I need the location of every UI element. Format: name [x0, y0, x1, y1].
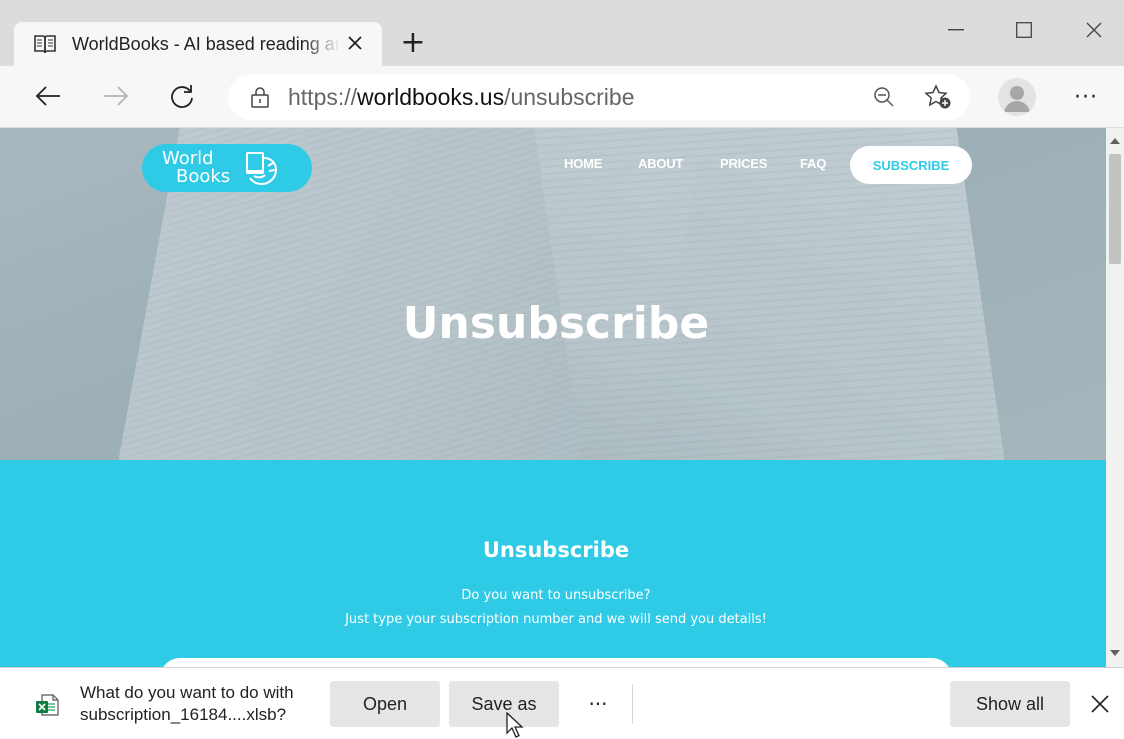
page-scrollbar[interactable] — [1106, 128, 1124, 667]
open-button[interactable]: Open — [330, 681, 440, 727]
forward-button[interactable] — [96, 76, 136, 116]
tab-title: WorldBooks - AI based reading and — [72, 33, 340, 54]
download-prompt: What do you want to do with subscription… — [80, 682, 294, 726]
close-download-bar-icon[interactable] — [1080, 682, 1120, 726]
scroll-thumb[interactable] — [1109, 154, 1121, 264]
download-divider — [632, 684, 633, 724]
refresh-icon — [171, 85, 193, 108]
site-logo[interactable]: World Books — [142, 144, 312, 192]
mouse-cursor-icon — [506, 712, 524, 738]
maximize-button[interactable] — [994, 10, 1054, 50]
minimize-button[interactable] — [926, 10, 986, 50]
download-more-button[interactable]: ··· — [578, 681, 618, 727]
subscription-number-input[interactable] — [160, 658, 952, 667]
book-icon — [30, 29, 60, 59]
scroll-up-icon[interactable] — [1106, 134, 1124, 148]
tab-strip: WorldBooks - AI based reading and + — [0, 0, 1124, 66]
nav-home[interactable]: HOME — [564, 156, 602, 171]
maximize-icon — [1016, 22, 1032, 38]
new-tab-button[interactable]: + — [398, 24, 428, 60]
download-filename: subscription_16184....xlsb? — [80, 705, 287, 724]
section-question: Do you want to unsubscribe? — [461, 588, 651, 603]
tab-worldbooks[interactable]: WorldBooks - AI based reading and — [14, 22, 382, 66]
logo-line-2: Books — [176, 166, 231, 187]
hero-title: Unsubscribe — [402, 298, 710, 349]
zoom-out-icon[interactable] — [868, 82, 900, 112]
profile-avatar[interactable] — [998, 78, 1036, 116]
settings-menu-button[interactable]: ··· — [1066, 78, 1106, 116]
nav-about[interactable]: ABOUT — [638, 156, 683, 171]
tab-close-icon[interactable] — [342, 30, 368, 56]
section-title: Unsubscribe — [482, 538, 630, 562]
close-window-button[interactable] — [1064, 10, 1124, 50]
show-all-button[interactable]: Show all — [950, 681, 1070, 727]
logo-text: World Books — [162, 150, 230, 186]
url-prefix: https:// — [288, 83, 358, 110]
section-instructions: Just type your subscription number and w… — [345, 612, 767, 627]
arrow-right-icon — [104, 86, 129, 106]
nav-faq[interactable]: FAQ — [800, 156, 826, 171]
refresh-button[interactable] — [162, 76, 202, 116]
download-question: What do you want to do with — [80, 683, 294, 702]
url-domain: worldbooks.us — [357, 83, 505, 110]
lock-icon[interactable] — [248, 85, 272, 109]
scroll-down-icon[interactable] — [1106, 646, 1124, 660]
hero-banner: World Books HOME ABOUT PRICES FAQ SUBSCR… — [0, 128, 1106, 460]
url-path: /unsubscribe — [504, 83, 635, 110]
unsubscribe-section: Unsubscribe Do you want to unsubscribe? … — [0, 460, 1106, 667]
book-hand-icon — [240, 148, 284, 188]
url-text: https://worldbooks.us/unsubscribe — [288, 84, 635, 111]
browser-toolbar: https://worldbooks.us/unsubscribe ··· — [0, 66, 1124, 128]
excel-file-icon — [34, 692, 60, 718]
subscribe-button[interactable]: SUBSCRIBE — [850, 146, 972, 184]
profile-icon — [1004, 86, 1030, 112]
download-bar: What do you want to do with subscription… — [0, 667, 1124, 739]
arrow-left-icon — [35, 86, 60, 106]
save-as-button[interactable]: Save as — [449, 681, 559, 727]
browser-window: WorldBooks - AI based reading and + http… — [0, 0, 1124, 739]
close-icon — [1086, 22, 1102, 38]
page-viewport: World Books HOME ABOUT PRICES FAQ SUBSCR… — [0, 128, 1106, 667]
address-bar[interactable]: https://worldbooks.us/unsubscribe — [228, 74, 970, 120]
minimize-icon — [948, 29, 964, 31]
nav-prices[interactable]: PRICES — [720, 156, 767, 171]
add-favorite-icon[interactable] — [922, 82, 954, 112]
back-button[interactable] — [28, 76, 68, 116]
